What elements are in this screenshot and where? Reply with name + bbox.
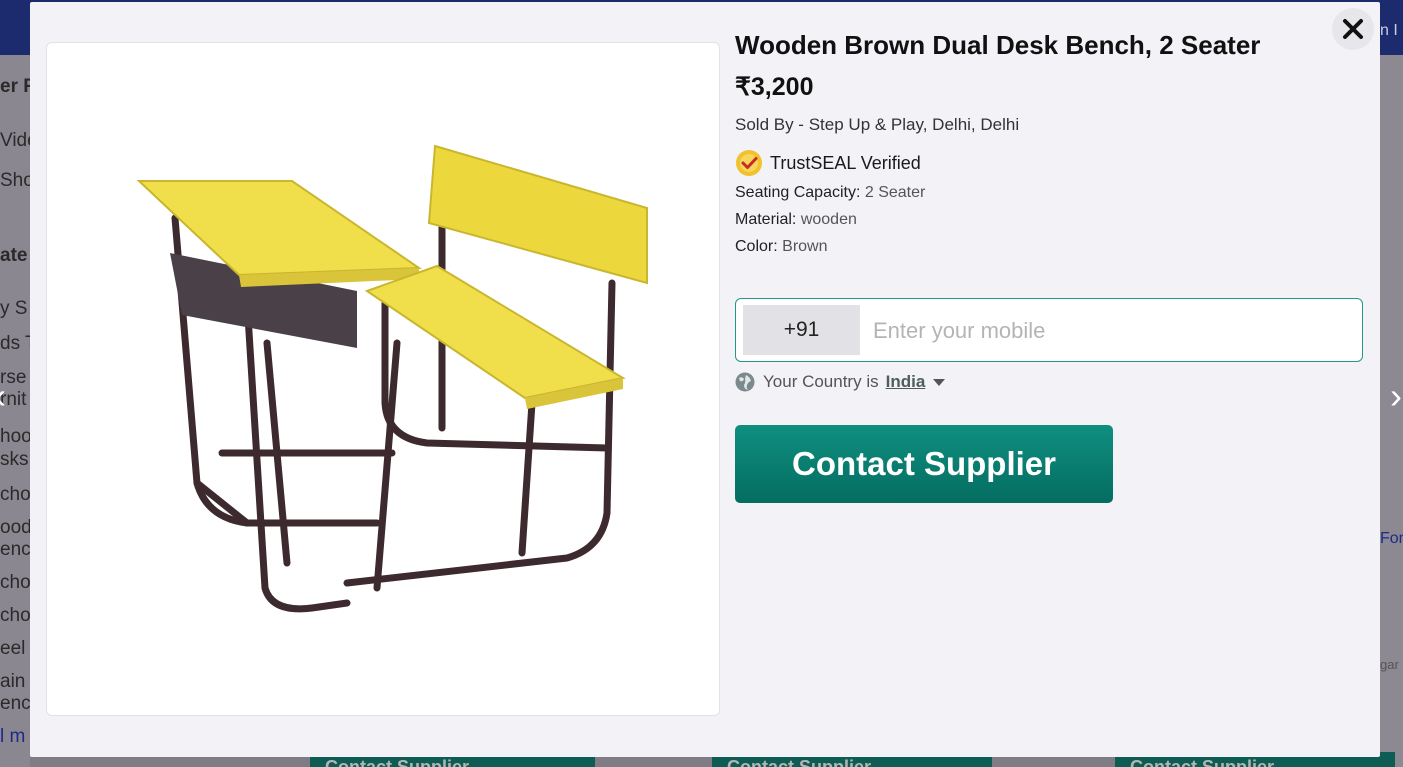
product-modal: Wooden Brown Dual Desk Bench, 2 Seater ₹… xyxy=(30,2,1380,757)
spec-value: 2 Seater xyxy=(864,184,926,201)
country-code[interactable]: +91 xyxy=(743,305,860,355)
bg-text: sks xyxy=(0,449,29,470)
bg-text: n I xyxy=(1380,22,1398,39)
trustseal-badge-icon xyxy=(736,150,762,176)
bg-text: l m xyxy=(0,726,26,747)
bg-text: For xyxy=(1380,530,1403,547)
spec-value: Brown xyxy=(782,238,828,255)
desk-bench-illustration xyxy=(136,144,648,613)
bg-text: er R xyxy=(0,76,30,97)
spec-material: Material: wooden xyxy=(735,211,857,229)
country-name-link[interactable]: India xyxy=(886,372,926,392)
bg-text: enc xyxy=(0,539,30,560)
bg-text: cho xyxy=(0,484,30,505)
bg-text: cho xyxy=(0,605,30,626)
spec-key: Seating Capacity: xyxy=(735,184,861,201)
globe-icon xyxy=(735,372,755,392)
country-prefix: Your Country is xyxy=(763,372,879,391)
country-selector: Your Country is India xyxy=(735,372,946,392)
bg-text: eel xyxy=(0,638,26,659)
bg-text: ood xyxy=(0,517,30,538)
sold-by-label: Sold By - xyxy=(735,115,804,134)
chevron-right-icon[interactable]: › xyxy=(1390,378,1402,414)
close-icon xyxy=(1343,19,1363,39)
seller-info: Sold By - Step Up & Play, Delhi, Delhi xyxy=(735,115,1019,135)
bg-text: y S xyxy=(0,298,28,319)
mobile-number-field: +91 xyxy=(735,298,1363,362)
spec-seating-capacity: Seating Capacity: 2 Seater xyxy=(735,184,925,202)
bg-text: Vide xyxy=(0,130,30,151)
bg-text: hool xyxy=(0,426,30,447)
bg-text: ds T xyxy=(0,333,30,354)
spec-key: Material: xyxy=(735,211,797,228)
close-button[interactable] xyxy=(1332,8,1374,50)
chevron-left-icon[interactable]: ‹ xyxy=(0,378,6,414)
mobile-input[interactable] xyxy=(871,307,1355,355)
contact-supplier-button[interactable]: Contact Supplier xyxy=(735,425,1113,503)
bg-text: Sho xyxy=(0,170,30,191)
trust-seal-label: TrustSEAL Verified xyxy=(770,152,921,173)
caret-down-icon[interactable] xyxy=(933,378,946,386)
spec-key: Color: xyxy=(735,238,778,255)
bg-text: enc xyxy=(0,693,30,714)
bg-text: gar xyxy=(1380,657,1399,672)
bg-text: ate xyxy=(0,245,28,266)
seller-name: Step Up & Play, Delhi, Delhi xyxy=(808,115,1020,134)
bg-text: cho xyxy=(0,572,30,593)
product-title: Wooden Brown Dual Desk Bench, 2 Seater xyxy=(735,30,1261,60)
product-image xyxy=(46,42,720,716)
product-price: ₹3,200 xyxy=(735,73,814,101)
bg-text: ain xyxy=(0,671,26,692)
spec-value: wooden xyxy=(800,211,857,228)
spec-color: Color: Brown xyxy=(735,238,828,256)
trust-seal: TrustSEAL Verified xyxy=(735,149,921,177)
